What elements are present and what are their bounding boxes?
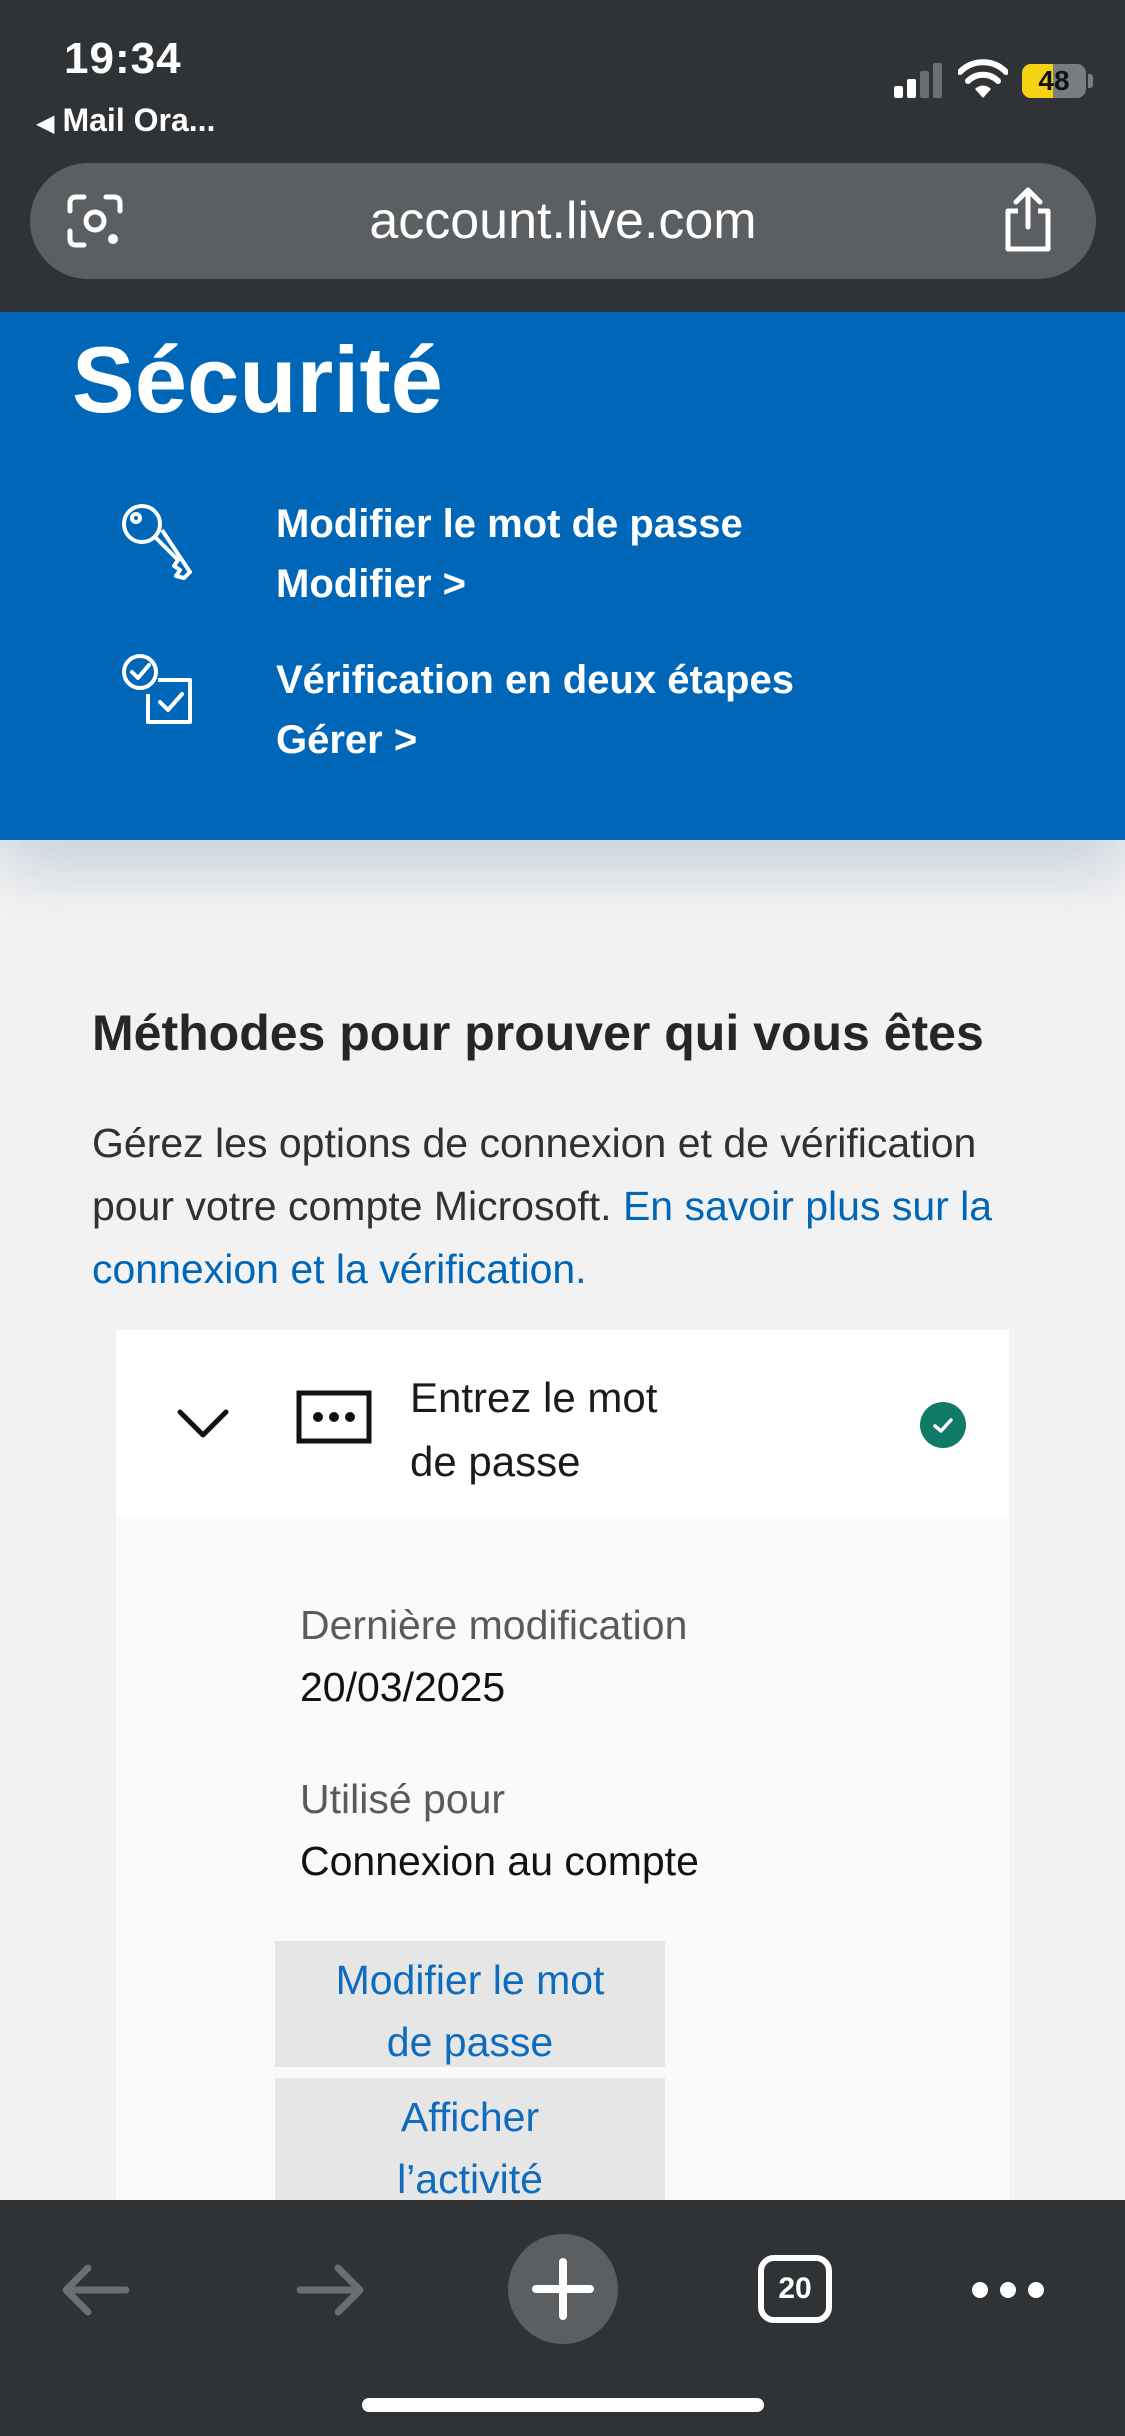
security-section: Sécurité Modifier le mot de passe Modifi… — [0, 312, 1125, 840]
methods-description: Gérez les options de connexion et de vér… — [92, 1112, 1032, 1301]
used-for-value: Connexion au compte — [300, 1838, 699, 1884]
change-password-title: Modifier le mot de passe — [276, 502, 743, 546]
two-step-title: Vérification en deux étapes — [276, 658, 794, 702]
plus-icon — [532, 2258, 594, 2320]
two-step-manage-link[interactable]: Gérer > — [276, 718, 417, 763]
battery-icon: 48 — [1022, 64, 1086, 98]
share-icon[interactable] — [998, 187, 1058, 253]
password-method-header[interactable]: Entrez le mot de passe — [116, 1330, 1009, 1516]
forward-arrow-icon[interactable] — [290, 2260, 370, 2320]
battery-tip — [1088, 74, 1093, 88]
cellular-signal-icon — [894, 62, 944, 98]
battery-level: 48 — [1038, 65, 1070, 96]
last-modified-value: 20/03/2025 — [300, 1664, 506, 1710]
address-bar[interactable]: account.live.com — [30, 163, 1096, 279]
back-app-label: Mail Ora... — [62, 102, 216, 138]
browser-top-chrome: 19:34 ◀ Mail Ora... 48 account.live.com — [0, 0, 1125, 312]
url-text[interactable]: account.live.com — [30, 163, 1096, 279]
password-method-card: Entrez le mot de passe Dernière modifica… — [116, 1330, 1009, 2340]
back-to-app-link[interactable]: ◀ Mail Ora... — [36, 102, 215, 139]
status-time: 19:34 — [64, 34, 182, 83]
page-title: Sécurité — [72, 327, 443, 432]
chevron-down-icon[interactable] — [176, 1396, 230, 1450]
back-arrow-icon[interactable] — [56, 2260, 136, 2320]
back-triangle-icon: ◀ — [36, 110, 55, 137]
methods-title: Méthodes pour prouver qui vous êtes — [92, 1005, 984, 1061]
verified-check-icon — [920, 1402, 966, 1448]
change-password-link[interactable]: Modifier > — [276, 562, 466, 607]
view-activity-button[interactable]: Afficher l’activité — [275, 2078, 665, 2218]
change-password-button[interactable]: Modifier le mot de passe — [275, 1941, 665, 2067]
wifi-icon — [958, 59, 1008, 98]
key-icon — [122, 504, 192, 580]
last-modified-label: Dernière modification — [300, 1602, 688, 1648]
password-method-name: Entrez le mot de passe — [410, 1374, 658, 1485]
tab-switcher-button[interactable]: 20 — [758, 2255, 832, 2323]
two-step-verification-icon — [122, 654, 192, 724]
browser-bottom-toolbar: 20 — [0, 2200, 1125, 2436]
used-for-label: Utilisé pour — [300, 1776, 506, 1822]
new-tab-button[interactable] — [508, 2234, 618, 2344]
more-options-icon[interactable] — [968, 2270, 1048, 2310]
home-indicator — [362, 2398, 764, 2412]
password-dots-icon — [296, 1390, 372, 1444]
